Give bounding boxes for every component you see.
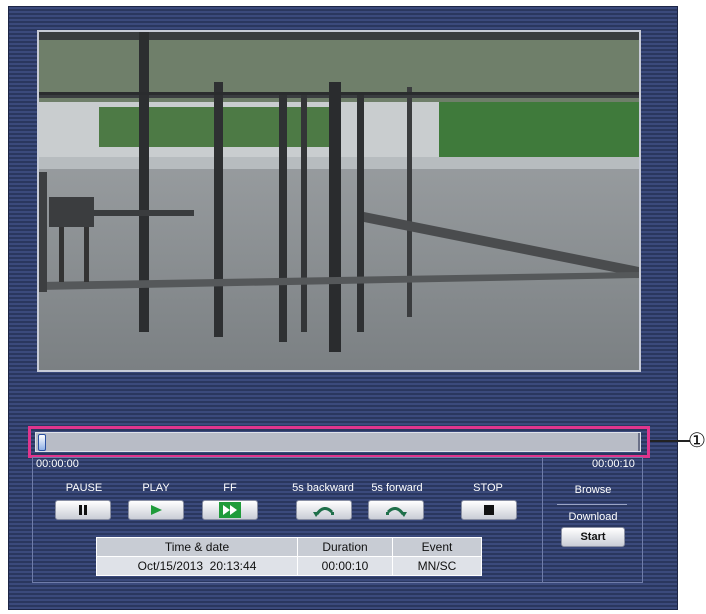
pause-label: PAUSE: [65, 482, 103, 494]
cell-duration: 00:00:10: [297, 556, 393, 576]
stop-icon: [484, 505, 494, 515]
controls-divider: [542, 458, 543, 582]
timeline-start-time: 00:00:00: [36, 458, 79, 470]
header-time-date: Time & date: [96, 537, 298, 557]
ff-label: FF: [223, 482, 237, 494]
forward-label: 5s forward: [371, 482, 423, 494]
timeline-end-time: 00:00:10: [592, 458, 635, 470]
play-button[interactable]: [128, 500, 184, 520]
5s-forward-button[interactable]: [368, 500, 424, 520]
backward-label: 5s backward: [292, 482, 354, 494]
cell-event: MN/SC: [392, 556, 482, 576]
callout-highlight: [28, 426, 650, 458]
download-start-button[interactable]: Start: [561, 527, 625, 547]
forward-arc-icon: [386, 507, 407, 517]
callout-number: ①: [688, 428, 706, 452]
download-label: Download: [568, 511, 618, 523]
cell-time-date: Oct/15/2013 20:13:44: [96, 556, 298, 576]
pause-button[interactable]: [55, 500, 111, 520]
recording-info-table: Time & date Duration Event Oct/15/2013 2…: [96, 537, 482, 576]
fast-forward-button[interactable]: [202, 500, 258, 520]
play-icon: [151, 505, 162, 515]
5s-backward-button[interactable]: [296, 500, 352, 520]
browse-label: Browse: [574, 484, 612, 496]
camera-scene: [39, 32, 639, 370]
camera-image: [37, 30, 641, 372]
callout-leader-line: [650, 440, 690, 442]
play-label: PLAY: [142, 482, 170, 494]
rewind-arc-icon: [313, 507, 334, 517]
stop-button[interactable]: [461, 500, 517, 520]
pause-icon: [79, 505, 87, 515]
fast-forward-icon: [219, 502, 241, 518]
browse-divider: [557, 504, 627, 505]
header-event: Event: [392, 537, 482, 557]
header-duration: Duration: [297, 537, 393, 557]
stop-label: STOP: [473, 482, 503, 494]
